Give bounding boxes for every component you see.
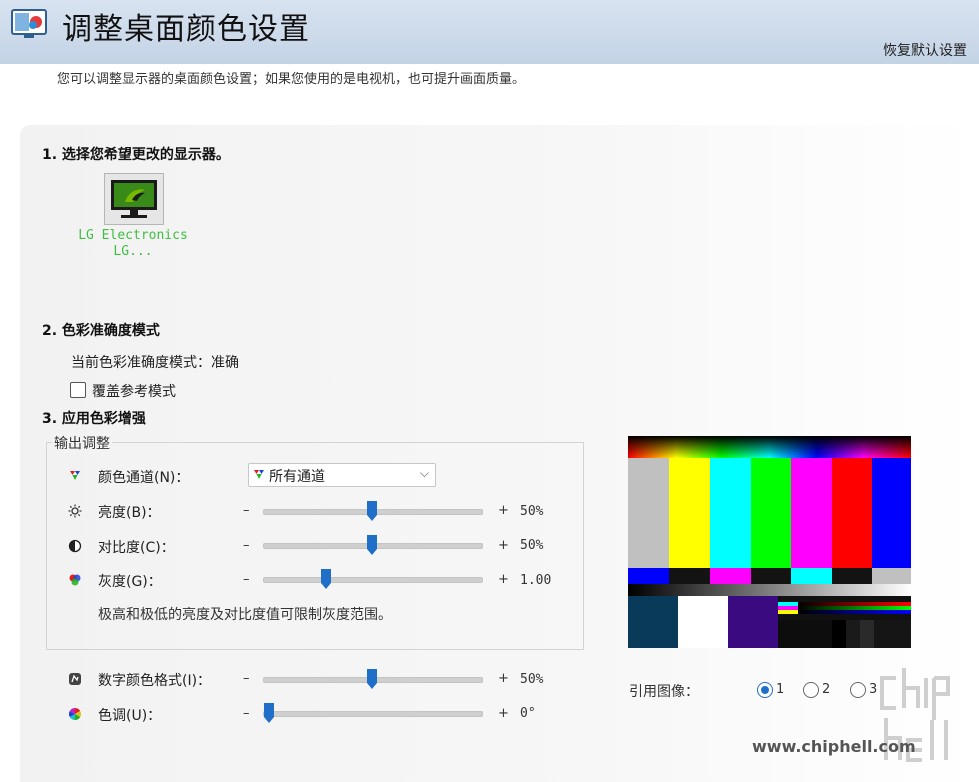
monitor-tile[interactable]	[104, 173, 164, 225]
gamma-increase[interactable]: +	[498, 572, 509, 587]
vibrance-icon	[69, 673, 81, 685]
reference-image-label: 引用图像：	[629, 684, 699, 700]
color-wheel-icon	[69, 574, 81, 586]
channels-icon	[254, 470, 264, 479]
page-title: 调整桌面颜色设置	[62, 12, 310, 47]
section-1-title: 1. 选择您希望更改的显示器。	[42, 147, 230, 163]
gamma-slider[interactable]	[263, 577, 483, 583]
hue-label: 色调(U)：	[98, 708, 162, 724]
channel-select[interactable]: 所有通道 ⌵	[248, 463, 436, 487]
title-bar: 调整桌面颜色设置 恢复默认设置	[0, 0, 979, 64]
hue-decrease[interactable]: –	[243, 706, 250, 721]
hue-increase[interactable]: +	[498, 706, 509, 721]
digital-vibrance-decrease[interactable]: –	[243, 671, 250, 686]
section-2-title: 2. 色彩准确度模式	[42, 323, 160, 339]
gamma-slider-thumb[interactable]	[320, 568, 332, 590]
channel-label: 颜色通道(N)：	[98, 470, 190, 486]
output-adjust-legend: 输出调整	[52, 433, 112, 453]
override-reference-checkbox[interactable]	[70, 382, 86, 398]
chevron-down-icon: ⌵	[419, 466, 429, 480]
monitor-name-line1: LG Electronics	[78, 228, 188, 243]
brightness-value: 50%	[520, 504, 544, 519]
contrast-icon	[68, 539, 82, 553]
reference-option-1-radio[interactable]	[757, 682, 773, 698]
digital-vibrance-increase[interactable]: +	[498, 671, 509, 686]
contrast-label: 对比度(C)：	[98, 540, 175, 556]
hue-icon	[68, 708, 82, 720]
page-description: 您可以调整显示器的桌面颜色设置；如果您使用的是电视机，也可提升画面质量。	[57, 72, 526, 87]
contrast-decrease[interactable]: –	[243, 538, 250, 553]
contrast-value: 50%	[520, 538, 544, 553]
contrast-slider-thumb[interactable]	[366, 534, 378, 556]
channels-icon	[70, 471, 80, 480]
channel-select-value: 所有通道	[269, 469, 325, 485]
brightness-slider-thumb[interactable]	[366, 500, 378, 522]
digital-vibrance-slider-thumb[interactable]	[366, 668, 378, 690]
monitor-icon	[111, 180, 157, 218]
section-3-title: 3. 应用色彩增强	[42, 411, 146, 427]
gamma-value: 1.00	[520, 573, 552, 588]
reference-option-3-radio[interactable]	[850, 682, 866, 698]
gamma-decrease[interactable]: –	[243, 572, 250, 587]
monitor-name[interactable]: LG Electronics LG...	[72, 228, 194, 260]
hue-value: 0°	[520, 706, 536, 721]
hue-slider-thumb[interactable]	[263, 702, 275, 724]
watermark-text: www.chiphell.com	[752, 737, 916, 756]
brightness-increase[interactable]: +	[498, 503, 509, 518]
reference-option-2-radio[interactable]	[803, 682, 819, 698]
reference-test-pattern-image	[628, 436, 911, 648]
reference-option-2-label: 2	[822, 682, 831, 697]
digital-vibrance-label: 数字颜色格式(I)：	[98, 673, 212, 689]
brightness-label: 亮度(B)：	[98, 505, 161, 521]
display-settings-icon	[11, 9, 47, 38]
contrast-increase[interactable]: +	[498, 538, 509, 553]
brightness-decrease[interactable]: –	[243, 503, 250, 518]
hue-slider[interactable]	[263, 711, 483, 717]
override-reference-label: 覆盖参考模式	[92, 384, 176, 400]
sun-icon	[68, 504, 82, 518]
digital-vibrance-value: 50%	[520, 672, 544, 687]
current-mode-text: 当前色彩准确度模式：准确	[71, 355, 239, 371]
reference-option-1-label: 1	[776, 682, 785, 697]
restore-defaults-link[interactable]: 恢复默认设置	[883, 40, 967, 60]
gamma-label: 灰度(G)：	[98, 574, 162, 590]
monitor-name-line2: LG...	[113, 244, 153, 259]
range-hint-text: 极高和极低的亮度及对比度值可限制灰度范围。	[98, 607, 392, 623]
